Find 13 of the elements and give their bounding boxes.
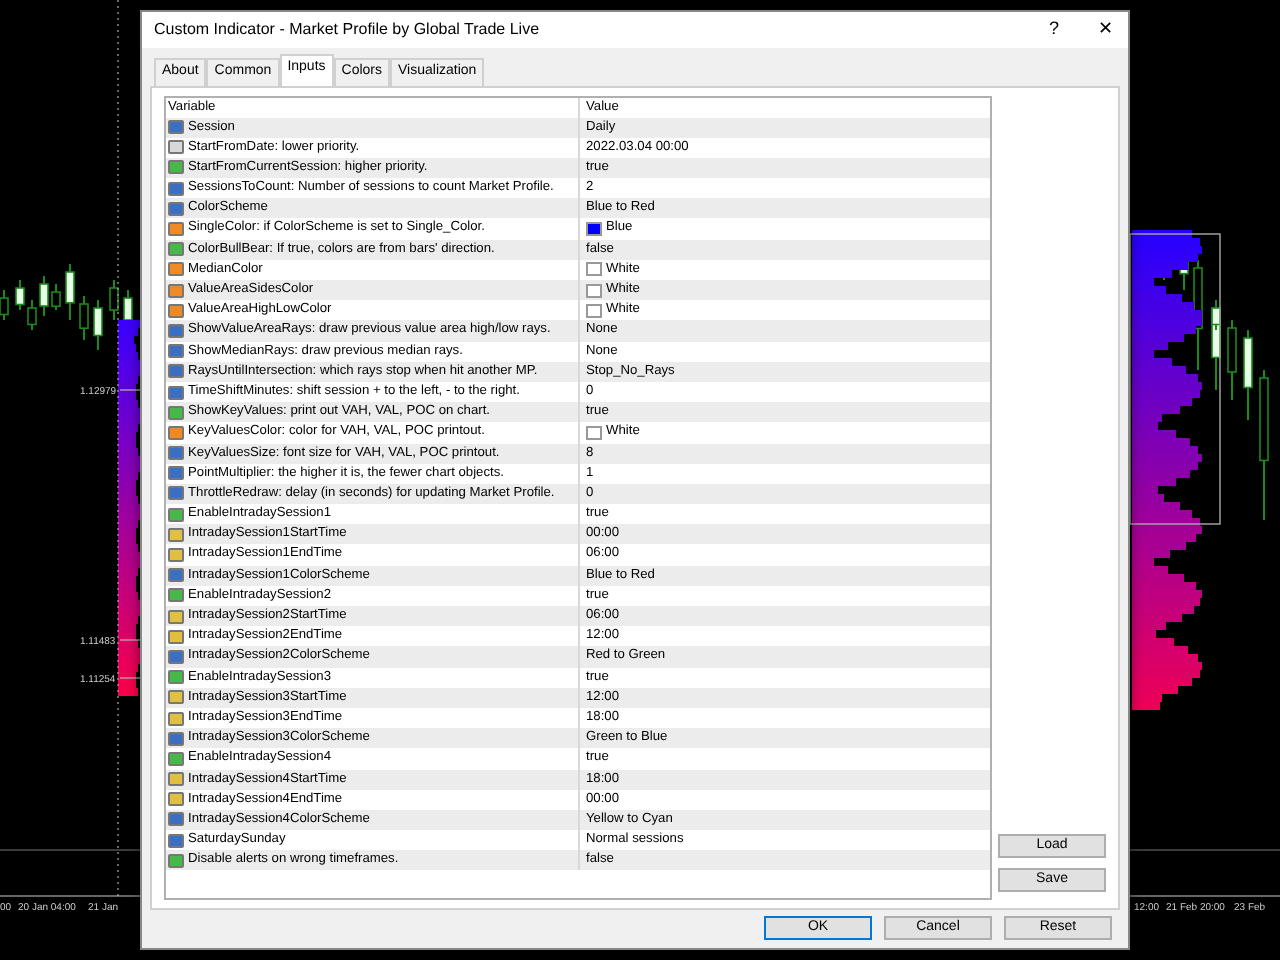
candlestick (65, 263, 75, 321)
price-line (119, 677, 141, 679)
candlestick (0, 289, 9, 321)
candlestick (79, 295, 89, 341)
price-line (119, 389, 141, 391)
candlestick (93, 299, 103, 351)
candlestick (109, 279, 119, 321)
candlestick (1227, 319, 1237, 401)
window-title: Custom Indicator - Market Profile by Global Trade Live (154, 18, 542, 42)
candlestick (1243, 329, 1253, 421)
price-line (119, 639, 141, 641)
help-button[interactable]: ? (1032, 12, 1076, 48)
close-button[interactable]: ✕ (1084, 12, 1128, 48)
